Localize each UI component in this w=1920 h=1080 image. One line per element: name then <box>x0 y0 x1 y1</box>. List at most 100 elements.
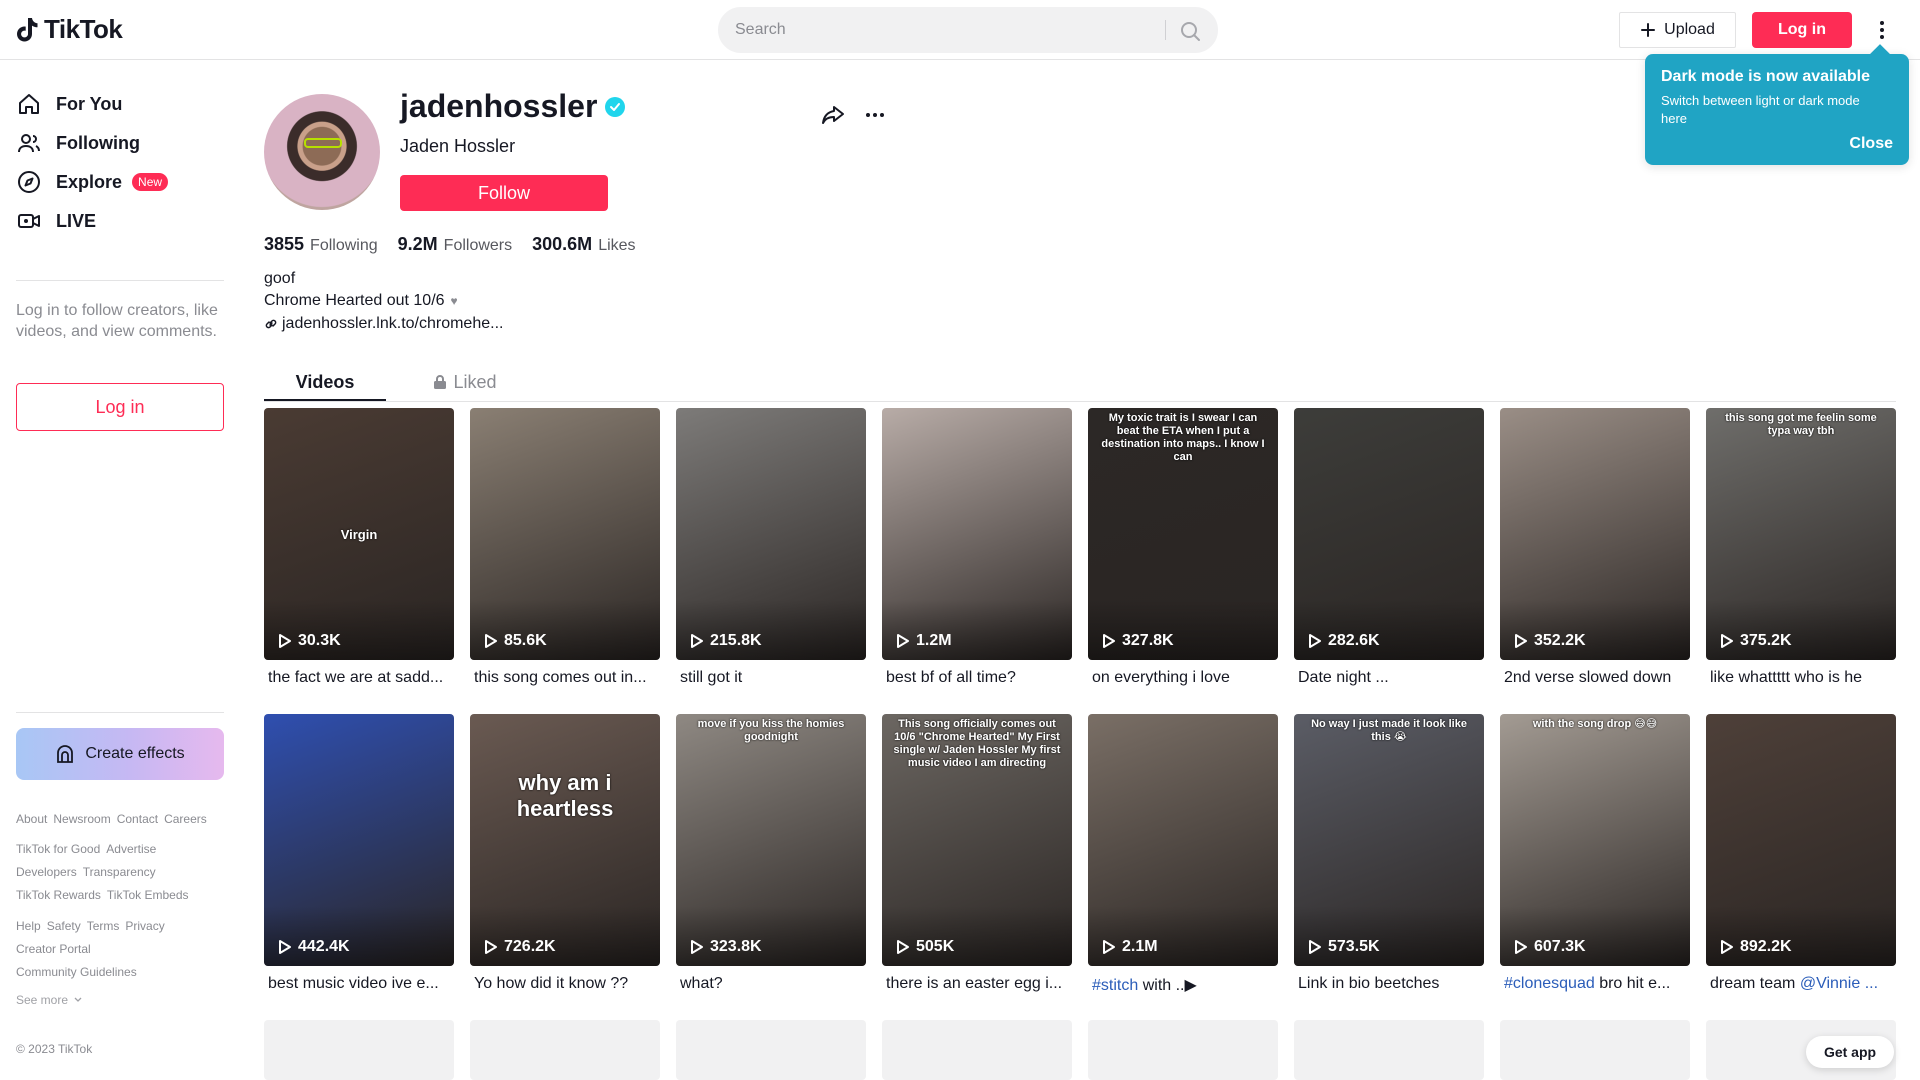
sidebar-item-for-you[interactable]: For You <box>16 84 122 124</box>
footer-link[interactable]: Newsroom <box>53 812 110 826</box>
caption-text: bro hit e... <box>1599 975 1671 992</box>
mention-link[interactable]: @Vinnie ... <box>1800 975 1878 992</box>
video-thumbnail[interactable]: move if you kiss the homies goodnight 323… <box>676 714 866 966</box>
play-icon <box>1721 634 1733 648</box>
video-card[interactable]: Virgin 30.3K the fact we are at sadd... <box>264 408 454 687</box>
video-thumbnail[interactable]: 442.4K <box>264 714 454 966</box>
video-thumbnail[interactable]: 892.2K <box>1706 714 1896 966</box>
video-card[interactable]: 352.2K 2nd verse slowed down <box>1500 408 1690 687</box>
footer-link[interactable]: Advertise <box>106 842 156 856</box>
footer-link[interactable]: TikTok Rewards <box>16 888 101 902</box>
video-card[interactable]: 215.8K still got it <box>676 408 866 687</box>
video-thumbnail[interactable]: this song got me feelin some typa way tb… <box>1706 408 1896 660</box>
video-card[interactable]: No way I just made it look like this 😭 57… <box>1294 714 1484 993</box>
video-caption[interactable]: dream team @Vinnie ... <box>1706 975 1896 993</box>
search-icon[interactable] <box>1175 18 1205 44</box>
video-card[interactable]: 282.6K Date night ... <box>1294 408 1484 687</box>
video-caption[interactable]: #clonesquad bro hit e... <box>1500 975 1690 993</box>
video-caption[interactable]: Date night ... <box>1294 669 1484 687</box>
more-menu-icon[interactable] <box>1872 18 1892 42</box>
video-thumbnail[interactable]: My toxic trait is I swear I can beat the… <box>1088 408 1278 660</box>
video-caption[interactable]: the fact we are at sadd... <box>264 669 454 687</box>
footer-link[interactable]: Terms <box>87 919 120 933</box>
popup-close-button[interactable]: Close <box>1849 135 1893 153</box>
video-thumbnail[interactable]: 215.8K <box>676 408 866 660</box>
see-more-link[interactable]: See more <box>16 993 82 1007</box>
video-thumbnail[interactable]: This song officially comes out 10/6 "Chr… <box>882 714 1072 966</box>
video-card[interactable]: move if you kiss the homies goodnight 323… <box>676 714 866 993</box>
video-card[interactable]: this song got me feelin some typa way tb… <box>1706 408 1896 687</box>
search-input[interactable]: Search <box>735 8 1155 52</box>
share-icon[interactable] <box>820 102 846 128</box>
footer-link[interactable]: Contact <box>117 812 158 826</box>
video-thumbnail[interactable]: 1.2M <box>882 408 1072 660</box>
footer-link[interactable]: Careers <box>164 812 207 826</box>
video-caption[interactable]: Link in bio beetches <box>1294 975 1484 993</box>
sidebar-item-live[interactable]: LIVE <box>16 201 96 241</box>
view-count: 282.6K <box>1308 632 1380 650</box>
video-card[interactable]: 442.4K best music video ive e... <box>264 714 454 993</box>
footer-link[interactable]: Safety <box>47 919 81 933</box>
follow-button[interactable]: Follow <box>400 175 608 211</box>
more-options-icon[interactable] <box>862 102 888 128</box>
header-login-button[interactable]: Log in <box>1752 12 1852 48</box>
hashtag-link[interactable]: #clonesquad <box>1504 975 1595 992</box>
video-caption[interactable]: 2nd verse slowed down <box>1500 669 1690 687</box>
video-card[interactable]: My toxic trait is I swear I can beat the… <box>1088 408 1278 687</box>
video-thumbnail[interactable]: 352.2K <box>1500 408 1690 660</box>
video-caption[interactable]: best music video ive e... <box>264 975 454 993</box>
video-card[interactable]: 2.1M #stitch with ..▶ <box>1088 714 1278 995</box>
footer-link[interactable]: Creator Portal <box>16 942 91 956</box>
video-card[interactable]: 892.2K dream team @Vinnie ... <box>1706 714 1896 993</box>
sidebar-login-button[interactable]: Log in <box>16 383 224 431</box>
profile-link[interactable]: jadenhossler.lnk.to/chromehe... <box>264 315 503 333</box>
video-card[interactable]: why am i heartless 726.2K Yo how did it kn… <box>470 714 660 993</box>
video-caption[interactable]: #stitch with ..▶ <box>1088 975 1278 995</box>
video-thumbnail[interactable]: No way I just made it look like this 😭 57… <box>1294 714 1484 966</box>
footer-link[interactable]: TikTok for Good <box>16 842 100 856</box>
tiktok-logo[interactable]: TikTok <box>16 14 123 45</box>
video-thumbnail[interactable]: 2.1M <box>1088 714 1278 966</box>
footer-link[interactable]: Privacy <box>125 919 164 933</box>
video-thumbnail[interactable]: 85.6K <box>470 408 660 660</box>
upload-button[interactable]: Upload <box>1619 12 1736 48</box>
video-card[interactable]: 1.2M best bf of all time? <box>882 408 1072 687</box>
video-caption[interactable]: what? <box>676 975 866 993</box>
create-effects-button[interactable]: Create effects <box>16 728 224 780</box>
video-caption[interactable]: like whattttt who is he <box>1706 669 1896 687</box>
thumbnail-overlay-text: Virgin <box>340 527 378 542</box>
play-icon <box>897 940 909 954</box>
get-app-button[interactable]: Get app <box>1806 1036 1894 1068</box>
video-thumbnail[interactable]: Virgin 30.3K <box>264 408 454 660</box>
caption-text: there is an easter egg i... <box>886 975 1063 992</box>
sidebar-item-explore[interactable]: Explore New <box>16 162 169 202</box>
footer-link[interactable]: Help <box>16 919 41 933</box>
video-placeholder <box>264 1020 454 1080</box>
footer-link[interactable]: TikTok Embeds <box>107 888 189 902</box>
footer-link[interactable]: Developers <box>16 865 77 879</box>
caption-text: Yo how did it know ?? <box>474 975 629 992</box>
video-caption[interactable]: still got it <box>676 669 866 687</box>
tab-liked[interactable]: Liked <box>404 362 526 402</box>
video-card[interactable]: This song officially comes out 10/6 "Chr… <box>882 714 1072 993</box>
footer-link[interactable]: About <box>16 812 47 826</box>
footer-links-row: Help Safety Terms Privacy <box>16 919 230 933</box>
play-icon <box>897 634 909 648</box>
footer-link[interactable]: Community Guidelines <box>16 965 137 979</box>
footer-link[interactable]: Transparency <box>83 865 156 879</box>
video-caption[interactable]: on everything i love <box>1088 669 1278 687</box>
hashtag-link[interactable]: #stitch <box>1092 977 1138 994</box>
video-card[interactable]: 85.6K this song comes out in... <box>470 408 660 687</box>
video-caption[interactable]: best bf of all time? <box>882 669 1072 687</box>
tab-videos[interactable]: Videos <box>264 362 386 402</box>
thumbnail-shade <box>1294 906 1484 966</box>
video-caption[interactable]: this song comes out in... <box>470 669 660 687</box>
video-caption[interactable]: there is an easter egg i... <box>882 975 1072 993</box>
video-thumbnail[interactable]: 282.6K <box>1294 408 1484 660</box>
video-caption[interactable]: Yo how did it know ?? <box>470 975 660 993</box>
video-thumbnail[interactable]: why am i heartless 726.2K <box>470 714 660 966</box>
sidebar-item-following[interactable]: Following <box>16 123 140 163</box>
search-bar[interactable]: Search <box>718 7 1218 53</box>
video-thumbnail[interactable]: with the song drop 😅😅 607.3K <box>1500 714 1690 966</box>
video-card[interactable]: with the song drop 😅😅 607.3K #clonesquad b… <box>1500 714 1690 993</box>
